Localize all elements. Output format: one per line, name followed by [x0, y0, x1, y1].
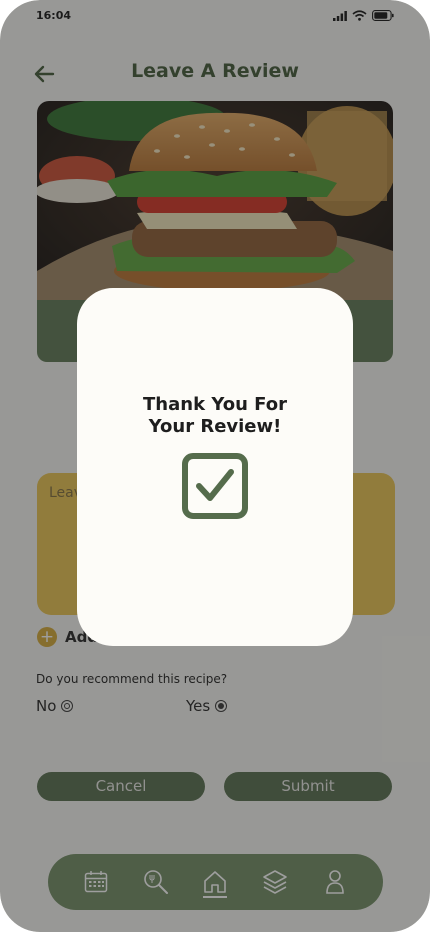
- modal-title-line-2: Your Review!: [148, 416, 282, 437]
- modal-title: Thank You For Your Review!: [77, 394, 353, 438]
- phone-screen: 16:04 Leave A Review Leave + Add Do you …: [0, 0, 430, 932]
- modal-title-line-1: Thank You For: [143, 394, 287, 415]
- thank-you-modal: Thank You For Your Review!: [77, 288, 353, 646]
- checkbox-checked-icon: [182, 453, 248, 519]
